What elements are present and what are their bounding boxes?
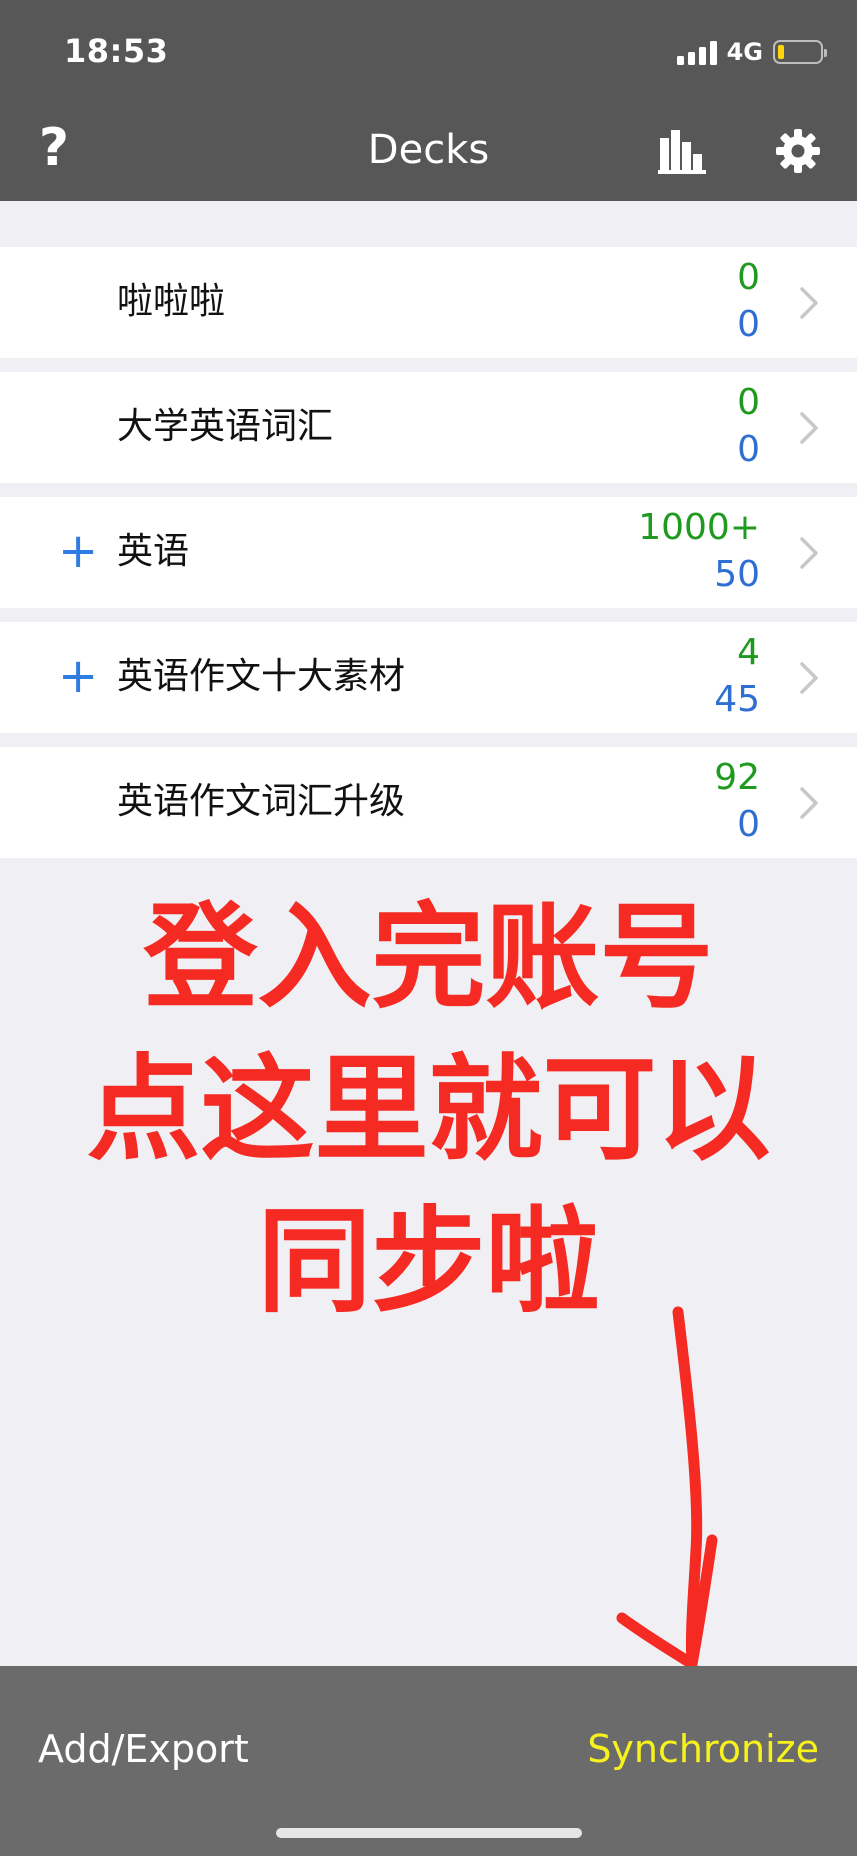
bottom-toolbar: Add/Export Synchronize: [0, 1666, 857, 1856]
nav-bar: 18:53 4G ? Decks: [0, 0, 857, 201]
deck-row[interactable]: 大学英语词汇 0 0: [0, 372, 857, 483]
new-count: 0: [737, 382, 760, 423]
review-count: 0: [737, 304, 760, 345]
deck-name: 大学英语词汇: [117, 406, 334, 447]
review-count: 45: [714, 679, 760, 720]
deck-row[interactable]: + 英语 1000+ 50: [0, 497, 857, 608]
gear-icon[interactable]: [774, 127, 822, 175]
status-time: 18:53: [64, 32, 169, 70]
deck-row[interactable]: 啦啦啦 0 0: [0, 247, 857, 358]
new-count: 1000+: [638, 507, 760, 548]
battery-fill: [778, 45, 784, 59]
review-count: 0: [737, 429, 760, 470]
new-count: 0: [737, 257, 760, 298]
deck-name: 英语: [117, 531, 190, 572]
annotation-line: 点这里就可以: [86, 1043, 771, 1176]
statistics-icon[interactable]: [658, 128, 708, 174]
deck-row[interactable]: 英语作文词汇升级 92 0: [0, 747, 857, 858]
review-count: 0: [737, 804, 760, 845]
new-count: 4: [737, 632, 760, 673]
synchronize-button[interactable]: Synchronize: [587, 1724, 819, 1774]
battery-icon: [773, 40, 827, 64]
chevron-right-icon: [800, 787, 818, 819]
new-count: 92: [714, 757, 760, 798]
review-count: 50: [714, 554, 760, 595]
expand-button[interactable]: +: [58, 648, 98, 704]
chevron-right-icon: [800, 662, 818, 694]
annotation-line: 登入完账号: [143, 891, 714, 1024]
annotation-text: 登入完账号 点这里就可以 同步啦: [0, 882, 857, 1338]
network-type: 4G: [726, 38, 763, 66]
deck-row[interactable]: + 英语作文十大素材 4 45: [0, 622, 857, 733]
home-indicator: [276, 1828, 582, 1838]
signal-icon: [676, 39, 717, 65]
deck-name: 啦啦啦: [117, 281, 226, 322]
expand-button[interactable]: +: [58, 523, 98, 579]
deck-name: 英语作文十大素材: [117, 656, 406, 697]
chevron-right-icon: [800, 287, 818, 319]
chevron-right-icon: [800, 537, 818, 569]
status-indicators: 4G: [676, 36, 827, 68]
page-title: Decks: [367, 127, 490, 173]
deck-list: 啦啦啦 0 0 大学英语词汇 0 0 + 英语 1000+ 50 + 英语作文十…: [0, 247, 857, 872]
annotation-arrow-icon: [616, 1306, 718, 1670]
add-export-button[interactable]: Add/Export: [38, 1724, 249, 1774]
deck-name: 英语作文词汇升级: [117, 781, 406, 822]
chevron-right-icon: [800, 412, 818, 444]
